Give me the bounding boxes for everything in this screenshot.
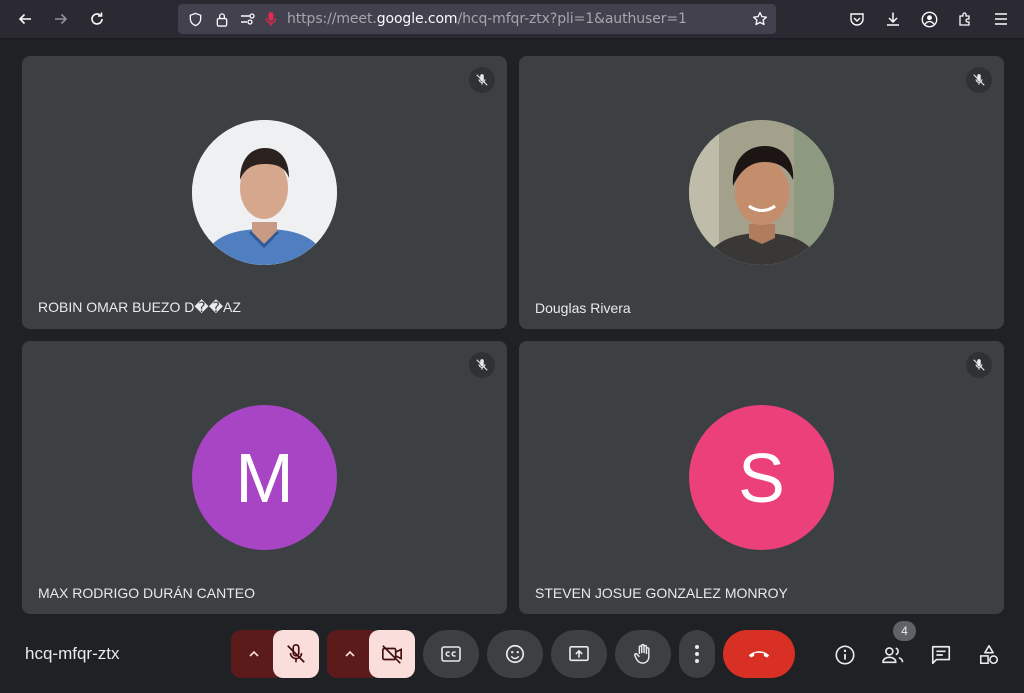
activities-icon <box>979 645 999 665</box>
shield-icon[interactable] <box>186 10 204 28</box>
avatar-letter: S <box>689 405 834 550</box>
bookmark-star-icon[interactable] <box>751 10 769 28</box>
participant-name: Douglas Rivera <box>535 300 631 316</box>
mic-off-indicator-icon <box>469 352 495 378</box>
activities-button[interactable] <box>976 642 1002 668</box>
participant-tile[interactable]: Douglas Rivera <box>519 56 1004 329</box>
avatar-photo <box>192 120 337 265</box>
more-options-button[interactable] <box>679 630 715 678</box>
url-text[interactable]: https://meet.google.com/hcq-mfqr-ztx?pli… <box>287 11 687 27</box>
participant-name: MAX RODRIGO DURÁN CANTEO <box>38 585 256 601</box>
videocam-off-icon <box>382 645 402 664</box>
mic-toggle-button[interactable] <box>273 630 319 678</box>
downloads-icon[interactable] <box>882 8 904 30</box>
chevron-up-icon <box>249 650 259 657</box>
extensions-icon[interactable] <box>954 8 976 30</box>
closed-caption-icon <box>441 646 461 662</box>
permissions-icon[interactable] <box>239 10 257 28</box>
participant-name: ROBIN OMAR BUEZO D��AZ <box>38 299 241 315</box>
forward-icon[interactable] <box>48 6 74 32</box>
info-icon <box>835 645 855 665</box>
chevron-up-icon <box>345 650 355 657</box>
call-end-icon <box>748 651 770 658</box>
avatar-initial: S <box>738 438 785 517</box>
chat-button[interactable] <box>928 642 954 668</box>
leave-call-button[interactable] <box>723 630 795 678</box>
lock-icon[interactable] <box>213 10 231 28</box>
participant-name: STEVEN JOSUE GONZALEZ MONROY <box>535 585 788 601</box>
avatar-initial: M <box>235 438 294 517</box>
participant-tile[interactable]: M MAX RODRIGO DURÁN CANTEO <box>22 341 507 614</box>
mic-off-indicator-icon <box>966 352 992 378</box>
participant-tile[interactable]: ROBIN OMAR BUEZO D��AZ <box>22 56 507 329</box>
meeting-details-button[interactable] <box>832 642 858 668</box>
more-vert-icon <box>695 645 699 663</box>
menu-hamburger-icon[interactable] <box>990 8 1012 30</box>
people-icon <box>882 647 904 664</box>
back-icon[interactable] <box>12 6 38 32</box>
url-host: google.com <box>376 11 458 27</box>
microphone-active-icon[interactable] <box>262 10 280 28</box>
avatar-photo <box>689 120 834 265</box>
participants-count-badge: 4 <box>893 621 916 641</box>
pocket-icon[interactable] <box>846 8 868 30</box>
mic-off-indicator-icon <box>469 67 495 93</box>
present-button[interactable] <box>551 630 607 678</box>
account-icon[interactable] <box>918 8 940 30</box>
reload-icon[interactable] <box>84 6 110 32</box>
camera-toggle-button[interactable] <box>369 630 415 678</box>
raise-hand-button[interactable] <box>615 630 671 678</box>
url-path: /hcq-mfqr-ztx?pli=1&authuser=1 <box>457 11 687 27</box>
present-screen-icon <box>569 645 589 662</box>
avatar-letter: M <box>192 405 337 550</box>
url-prefix: https://meet. <box>287 11 377 27</box>
browser-toolbar: https://meet.google.com/hcq-mfqr-ztx?pli… <box>0 0 1024 39</box>
call-controls-bar: hcq-mfqr-ztx 4 <box>0 614 1024 693</box>
raise-hand-icon <box>634 643 650 664</box>
mic-off-icon <box>287 644 305 663</box>
video-options-button[interactable] <box>327 630 373 678</box>
meeting-code: hcq-mfqr-ztx <box>25 644 120 663</box>
captions-button[interactable] <box>423 630 479 678</box>
chat-icon <box>931 645 951 665</box>
participant-tile[interactable]: S STEVEN JOSUE GONZALEZ MONROY <box>519 341 1004 614</box>
people-button[interactable] <box>880 642 906 668</box>
url-bar[interactable]: https://meet.google.com/hcq-mfqr-ztx?pli… <box>178 4 776 34</box>
reactions-button[interactable] <box>487 630 543 678</box>
audio-options-button[interactable] <box>231 630 277 678</box>
emoji-icon <box>505 644 525 664</box>
mic-off-indicator-icon <box>966 67 992 93</box>
